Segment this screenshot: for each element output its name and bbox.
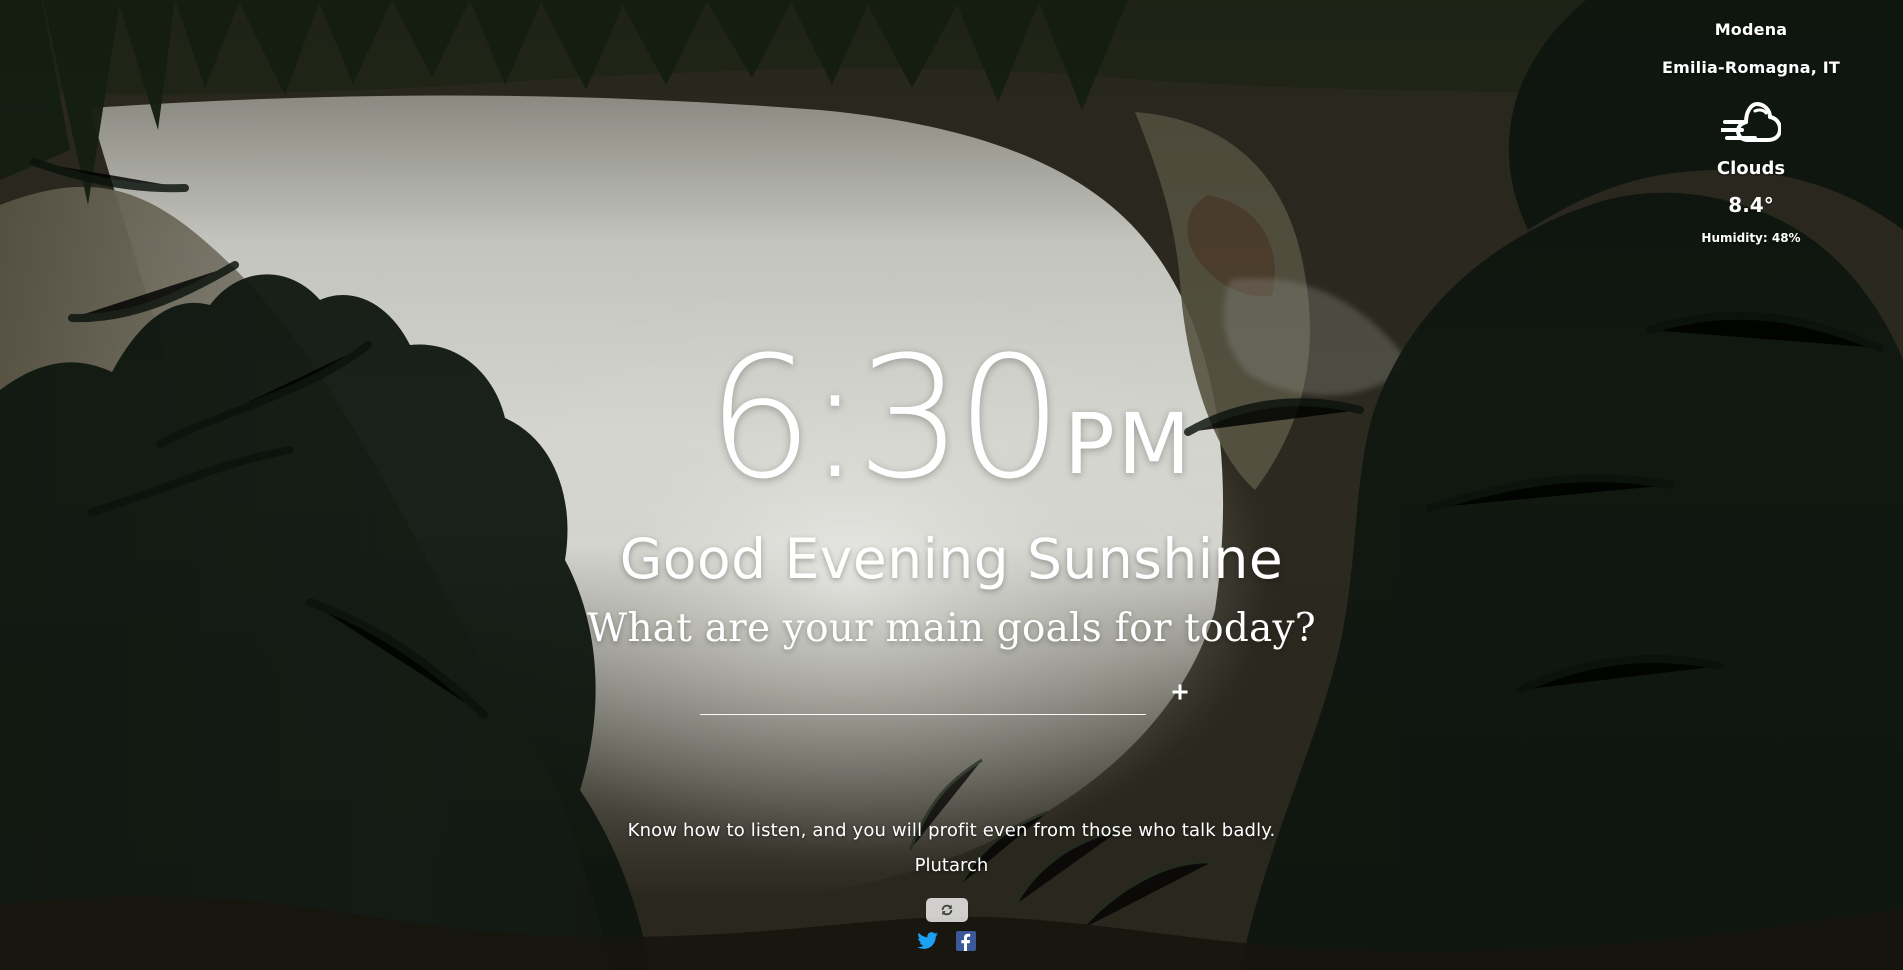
quote-text: Know how to listen, and you will profit … [627, 820, 1276, 841]
plus-icon [1172, 684, 1188, 700]
weather-description: Clouds [1716, 158, 1786, 179]
refresh-icon [941, 904, 953, 916]
facebook-icon [956, 931, 976, 951]
cloud-wind-icon [1646, 94, 1856, 150]
social-links [917, 931, 977, 951]
new-tab-dashboard: Modena Emilia-Romagna, IT Clouds 8.4° Hu… [0, 0, 1903, 970]
quote-author: Plutarch [914, 855, 989, 876]
goals-prompt: What are your main goals for today? [587, 606, 1316, 651]
main-center-content: 6:30 PM Good Evening Sunshine What are y… [0, 320, 1903, 653]
clock-period: PM [1064, 395, 1194, 493]
weather-temperature: 8.4° [1728, 193, 1774, 217]
weather-city: Modena [1714, 20, 1788, 39]
weather-humidity: Humidity: 48% [1701, 231, 1801, 245]
goal-entry-row [700, 683, 1192, 719]
twitter-icon [917, 932, 938, 949]
twitter-link[interactable] [917, 931, 939, 951]
weather-region: Emilia-Romagna, IT [1661, 58, 1841, 77]
weather-widget: Modena Emilia-Romagna, IT Clouds 8.4° Hu… [1646, 18, 1856, 246]
quote-block: Know how to listen, and you will profit … [0, 818, 1903, 878]
clock-time: 6:30 [706, 320, 1063, 516]
goal-input[interactable] [700, 683, 1146, 715]
facebook-link[interactable] [955, 931, 977, 951]
add-goal-button[interactable] [1168, 681, 1192, 705]
refresh-quote-button[interactable] [926, 898, 968, 922]
clock: 6:30 PM [707, 320, 1194, 516]
greeting-heading: Good Evening Sunshine [619, 527, 1284, 591]
